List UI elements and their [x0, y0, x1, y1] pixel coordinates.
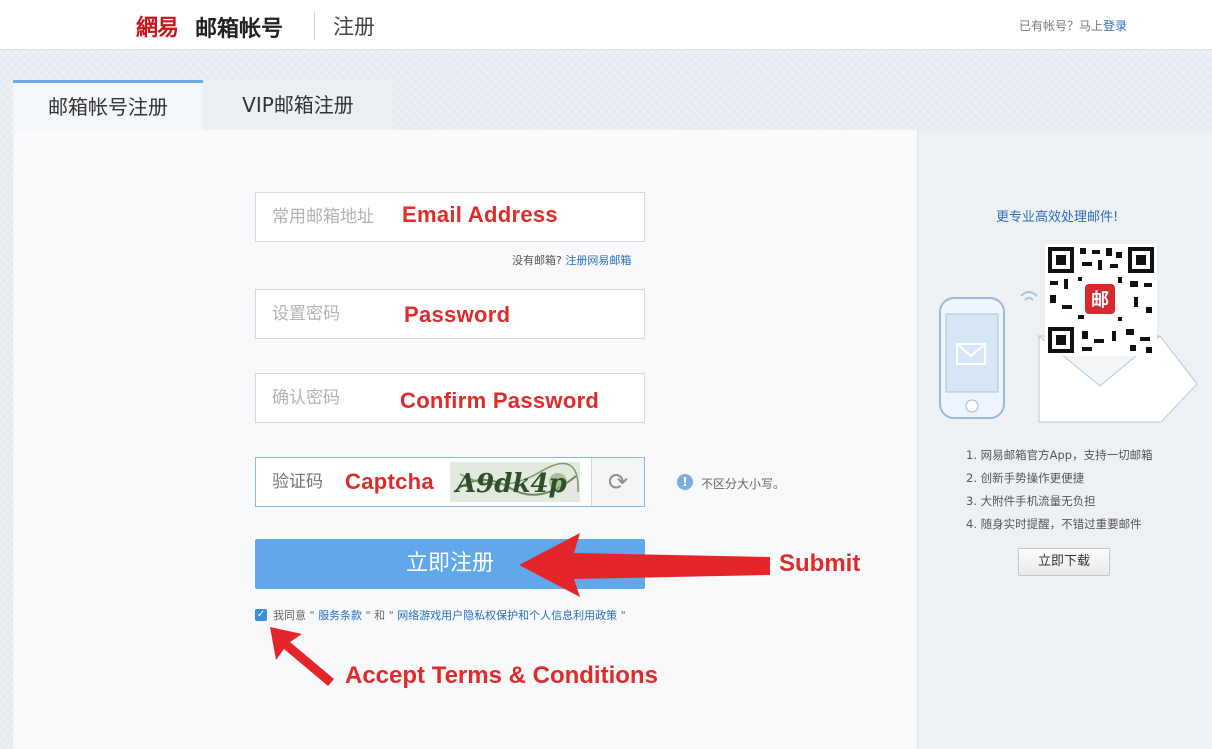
agree-prefix: 我同意	[273, 609, 306, 622]
email-field-wrapper	[255, 192, 645, 242]
tab-vip-register[interactable]: VIP邮箱注册	[203, 80, 393, 131]
refresh-captcha-button[interactable]: ⟳	[591, 458, 644, 506]
email-input[interactable]	[256, 193, 644, 241]
confirm-password-field-wrapper	[255, 373, 645, 423]
login-link[interactable]: 登录	[1103, 19, 1127, 33]
register-netease-mail-link[interactable]: 注册网易邮箱	[565, 254, 631, 267]
header-divider	[314, 12, 315, 40]
feature-item: 1. 网易邮箱官方App，支持一切邮箱	[966, 448, 1153, 462]
page-title: 注册	[333, 15, 375, 39]
app-promo-illustration: 邮	[939, 244, 1198, 423]
info-icon: !	[677, 474, 693, 490]
no-email-hint: 没有邮箱? 注册网易邮箱	[512, 252, 631, 268]
case-insensitive-hint: 不区分大小写。	[701, 477, 786, 491]
captcha-input[interactable]	[256, 458, 446, 506]
tab-email-register[interactable]: 邮箱帐号注册	[13, 80, 203, 131]
signal-icon	[1020, 291, 1038, 301]
captcha-image[interactable]: A9dk4p	[450, 462, 580, 502]
qr-badge-text: 邮	[1091, 289, 1109, 311]
terms-annotation: Accept Terms & Conditions	[345, 662, 658, 689]
have-account-text: 已有帐号？马上登录	[1019, 17, 1127, 34]
feature-list: 1. 网易邮箱官方App，支持一切邮箱 2. 创新手势操作更便捷 3. 大附件手…	[966, 444, 1153, 536]
register-submit-button[interactable]: 立即注册	[255, 539, 645, 589]
confirm-password-input[interactable]	[256, 374, 644, 422]
password-field-wrapper	[255, 289, 645, 339]
logo-text: 邮箱帐号	[195, 17, 284, 42]
promo-title: 更专业高效处理邮件!	[996, 210, 1119, 225]
submit-annotation: Submit	[779, 550, 861, 577]
captcha-noise: A9dk4p	[450, 462, 580, 502]
no-email-text: 没有邮箱?	[512, 254, 562, 267]
netease-logo[interactable]: 網易	[136, 10, 179, 42]
captcha-glyphs: A9dk4p	[453, 469, 567, 499]
agree-and: 和	[374, 609, 386, 622]
top-bar: 網易 邮箱帐号 注册 已有帐号？马上登录	[0, 0, 1212, 50]
have-account-label: 已有帐号？马上	[1019, 19, 1104, 33]
download-app-button[interactable]: 立即下载	[1018, 548, 1110, 576]
agree-terms-text: 我同意 " 服务条款 " 和 " 网络游戏用户隐私权保护和个人信息利用政策 "	[273, 609, 626, 622]
feature-item: 3. 大附件手机流量无负担	[966, 494, 1096, 508]
feature-item: 4. 随身实时提醒，不错过重要邮件	[966, 517, 1142, 531]
feature-item: 2. 创新手势操作更便捷	[966, 471, 1085, 485]
privacy-policy-link[interactable]: 网络游戏用户隐私权保护和个人信息利用政策	[397, 609, 617, 622]
password-input[interactable]	[256, 290, 644, 338]
refresh-icon: ⟳	[607, 468, 629, 496]
agree-terms-checkbox[interactable]: ✓	[255, 609, 267, 621]
terms-of-service-link[interactable]: 服务条款	[318, 609, 362, 622]
